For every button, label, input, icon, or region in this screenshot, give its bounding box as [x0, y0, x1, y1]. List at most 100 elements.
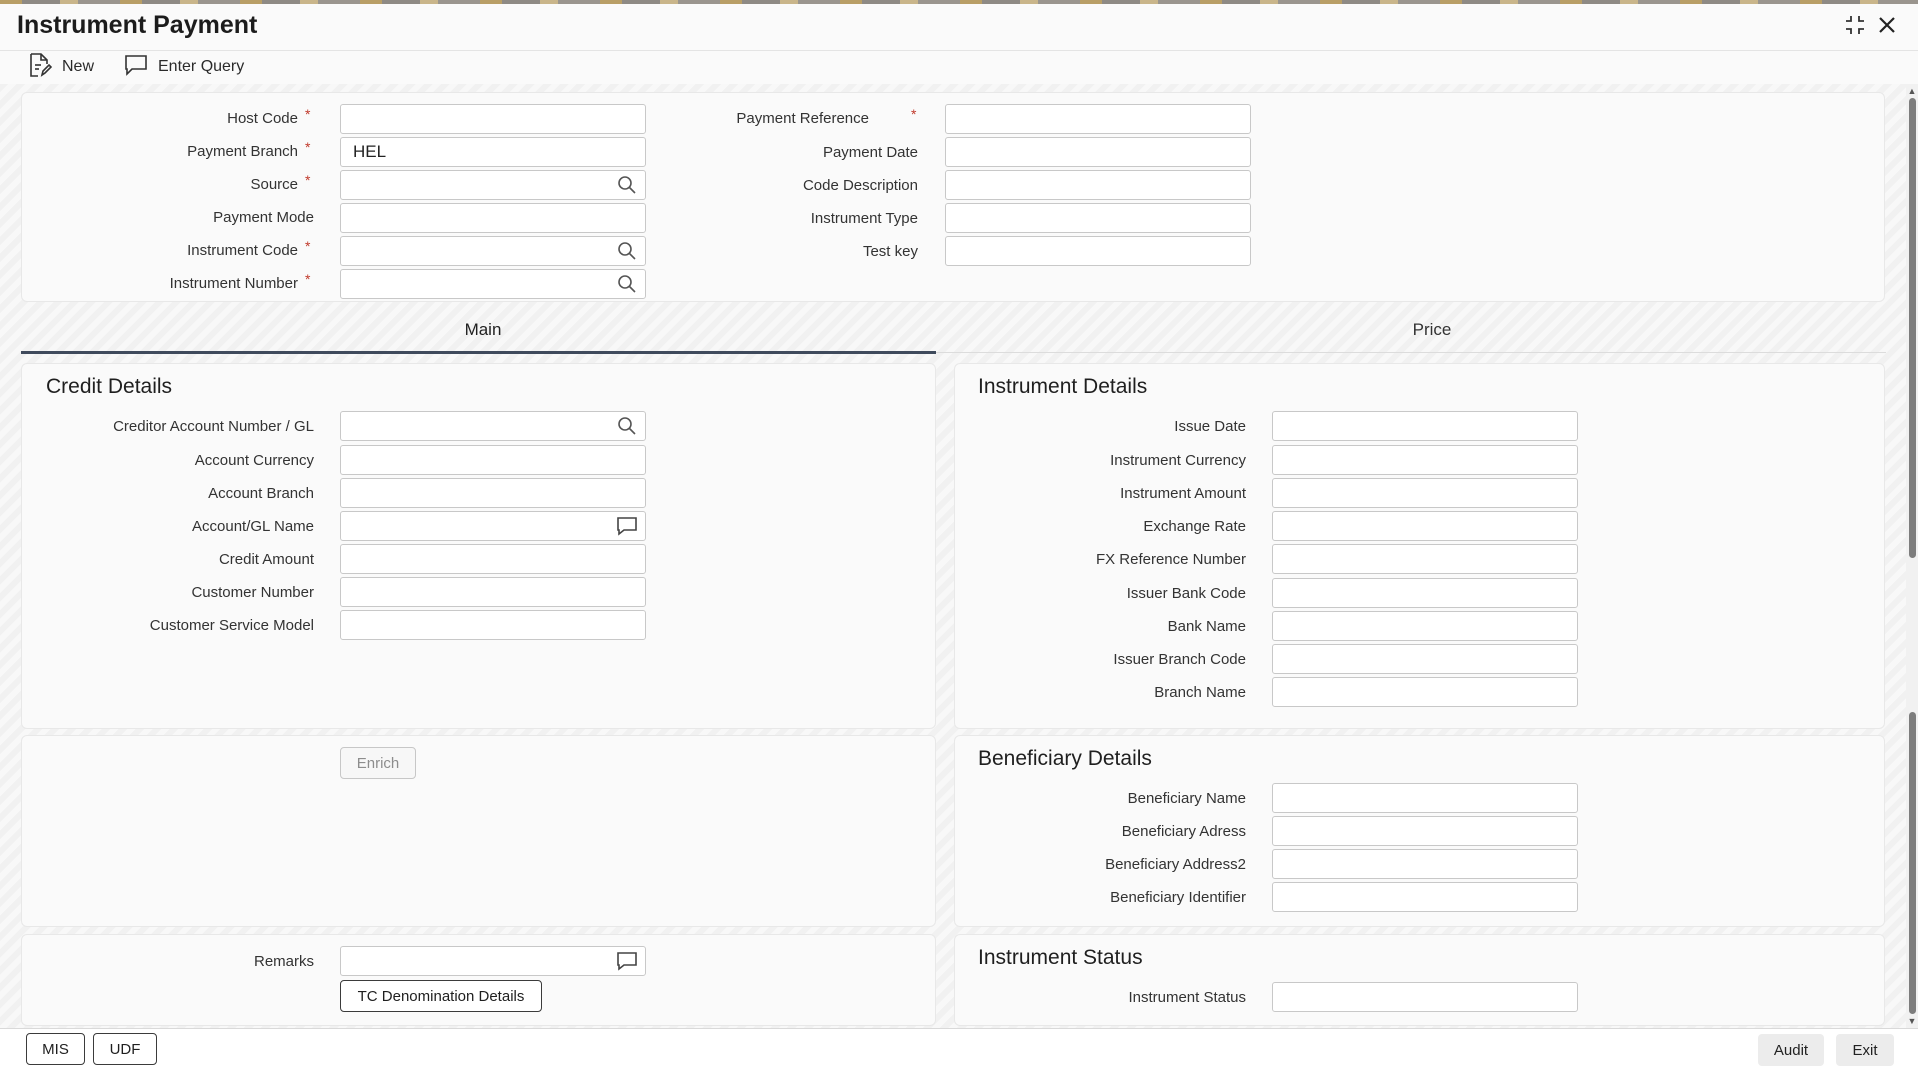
customer-number-field[interactable] [340, 577, 646, 607]
required-marker: * [305, 238, 311, 254]
code-description-label: Code Description [802, 177, 918, 194]
payment-branch-label: Payment Branch [187, 143, 298, 160]
remarks-field[interactable] [340, 946, 646, 976]
issue-date-field[interactable] [1272, 411, 1578, 441]
new-document-icon [28, 52, 53, 83]
account-branch-field[interactable] [340, 478, 646, 508]
account-currency-label: Account Currency [194, 452, 314, 469]
payment-reference-field[interactable] [945, 104, 1251, 134]
beneficiary-name-field[interactable] [1272, 783, 1578, 813]
instrument-currency-field[interactable] [1272, 445, 1578, 475]
exit-button[interactable]: Exit [1836, 1034, 1894, 1066]
footer-bar [0, 1028, 1918, 1076]
header-decorative-strip [0, 0, 1918, 4]
beneficiary-address2-label: Beneficiary Address2 [1105, 856, 1246, 873]
payment-mode-field[interactable] [340, 203, 646, 233]
host-code-label: Host Code [227, 110, 298, 127]
account-gl-name-label: Account/GL Name [192, 518, 314, 535]
search-icon[interactable] [614, 271, 640, 297]
scrollbar-thumb[interactable] [1909, 98, 1916, 558]
mis-button[interactable]: MIS [26, 1033, 85, 1065]
customer-service-model-label: Customer Service Model [149, 617, 314, 634]
creditor-account-label: Creditor Account Number / GL [113, 418, 314, 435]
required-marker: * [305, 271, 311, 287]
remarks-label: Remarks [253, 953, 314, 970]
tab-price[interactable]: Price [1372, 320, 1492, 340]
instrument-currency-label: Instrument Currency [1110, 452, 1246, 469]
bank-name-field[interactable] [1272, 611, 1578, 641]
issuer-bank-code-field[interactable] [1272, 578, 1578, 608]
code-description-field[interactable] [945, 170, 1251, 200]
payment-date-label: Payment Date [822, 144, 918, 161]
scroll-up-icon[interactable]: ▲ [1907, 86, 1917, 96]
credit-amount-field[interactable] [340, 544, 646, 574]
scrollbar-thumb-lower[interactable] [1909, 712, 1916, 1014]
udf-button[interactable]: UDF [93, 1033, 157, 1065]
issue-date-label: Issue Date [1174, 418, 1246, 435]
instrument-amount-label: Instrument Amount [1120, 485, 1246, 502]
customer-number-label: Customer Number [191, 584, 314, 601]
comment-icon[interactable] [614, 513, 640, 539]
tab-divider [936, 352, 1886, 353]
comment-icon[interactable] [614, 948, 640, 974]
instrument-code-field[interactable] [340, 236, 646, 266]
instrument-type-field[interactable] [945, 203, 1251, 233]
source-field[interactable] [340, 170, 646, 200]
payment-branch-field[interactable] [340, 137, 646, 167]
beneficiary-identifier-field[interactable] [1272, 882, 1578, 912]
instrument-number-field[interactable] [340, 269, 646, 299]
search-icon[interactable] [614, 238, 640, 264]
payment-date-field[interactable] [945, 137, 1251, 167]
account-currency-field[interactable] [340, 445, 646, 475]
close-icon[interactable] [1874, 12, 1900, 38]
title-divider [0, 50, 1918, 51]
instrument-type-label: Instrument Type [810, 210, 918, 227]
beneficiary-address2-field[interactable] [1272, 849, 1578, 879]
payment-reference-label: Payment Reference [736, 110, 869, 127]
payment-mode-label: Payment Mode [213, 209, 314, 226]
maximize-icon[interactable] [1842, 12, 1868, 38]
instrument-payment-window: { "window": { "title": "Instrument Payme… [0, 0, 1918, 1076]
instrument-amount-field[interactable] [1272, 478, 1578, 508]
active-tab-indicator [21, 351, 936, 354]
branch-name-field[interactable] [1272, 677, 1578, 707]
customer-service-model-field[interactable] [340, 610, 646, 640]
tab-main[interactable]: Main [423, 320, 543, 340]
fx-reference-number-label: FX Reference Number [1095, 551, 1246, 568]
account-gl-name-field[interactable] [340, 511, 646, 541]
enrich-panel [21, 735, 936, 927]
enter-query-button[interactable]: Enter Query [124, 54, 244, 80]
beneficiary-details-title: Beneficiary Details [978, 747, 1152, 770]
beneficiary-name-label: Beneficiary Name [1127, 790, 1246, 807]
source-label: Source [250, 176, 298, 193]
beneficiary-identifier-label: Beneficiary Identifier [1110, 889, 1246, 906]
scroll-down-icon[interactable]: ▼ [1907, 1016, 1917, 1026]
host-code-field[interactable] [340, 104, 646, 134]
instrument-status-title: Instrument Status [978, 946, 1143, 969]
exchange-rate-label: Exchange Rate [1143, 518, 1246, 535]
fx-reference-number-field[interactable] [1272, 544, 1578, 574]
new-button[interactable]: New [28, 52, 95, 83]
beneficiary-adress-field[interactable] [1272, 816, 1578, 846]
required-marker: * [305, 139, 311, 155]
issuer-branch-code-field[interactable] [1272, 644, 1578, 674]
search-icon[interactable] [614, 172, 640, 198]
issuer-branch-code-label: Issuer Branch Code [1113, 651, 1246, 668]
creditor-account-field[interactable] [340, 411, 646, 441]
tc-denomination-button[interactable]: TC Denomination Details [340, 980, 542, 1012]
query-icon [124, 54, 148, 81]
test-key-field[interactable] [945, 236, 1251, 266]
test-key-label: Test key [862, 243, 918, 260]
instrument-number-label: Instrument Number [169, 275, 298, 292]
new-label: New [62, 58, 95, 75]
enrich-button[interactable]: Enrich [340, 747, 416, 779]
instrument-status-field[interactable] [1272, 982, 1578, 1012]
audit-button[interactable]: Audit [1758, 1034, 1824, 1066]
instrument-details-title: Instrument Details [978, 375, 1148, 398]
required-marker: * [305, 172, 311, 188]
credit-details-title: Credit Details [46, 375, 173, 398]
instrument-status-label: Instrument Status [1128, 989, 1246, 1006]
search-icon[interactable] [614, 413, 640, 439]
issuer-bank-code-label: Issuer Bank Code [1126, 585, 1246, 602]
exchange-rate-field[interactable] [1272, 511, 1578, 541]
